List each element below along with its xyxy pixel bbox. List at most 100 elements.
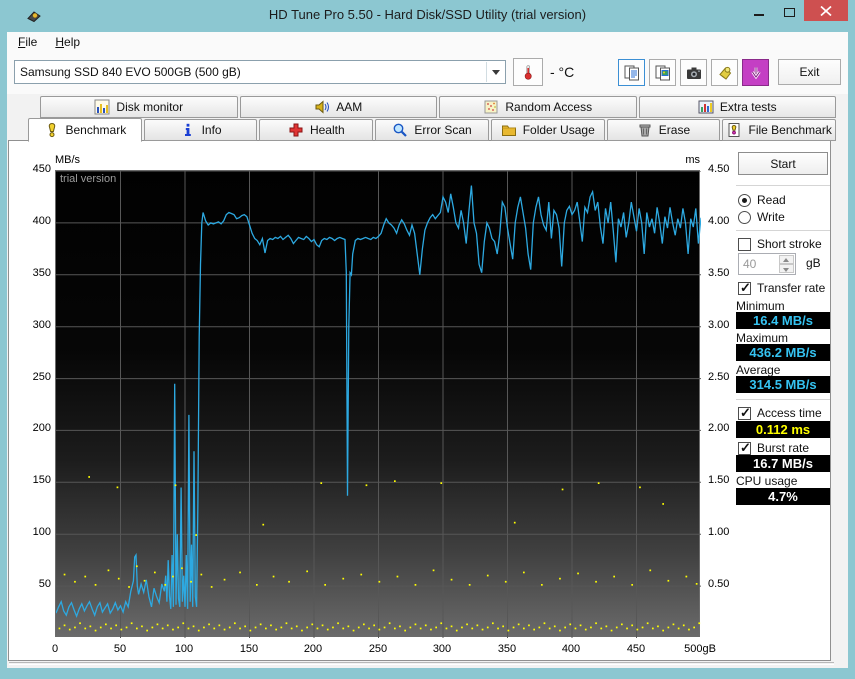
- tab-label: Benchmark: [65, 123, 127, 137]
- benchmark-panel: trial version MB/s ms 450 400 350 300 250 200…: [8, 140, 831, 661]
- tab-aam[interactable]: AAM: [239, 96, 437, 118]
- download-button[interactable]: [742, 59, 769, 86]
- tab-folder-usage[interactable]: Folder Usage: [490, 119, 605, 141]
- screenshot-icon: [686, 67, 701, 79]
- tab-health[interactable]: Health: [259, 119, 374, 141]
- checkbox-checked-icon: [738, 405, 751, 421]
- capacity-unit: gB: [806, 256, 821, 270]
- start-button[interactable]: Start: [738, 152, 828, 175]
- tab-label: Disk monitor: [116, 100, 184, 114]
- left-axis-tick: 300: [32, 319, 51, 331]
- tab-error-scan[interactable]: Error Scan: [375, 119, 489, 141]
- checkbox-unchecked-icon: [738, 237, 751, 251]
- x-axis-tick: 400: [561, 643, 581, 655]
- x-axis-tick: 450: [626, 643, 646, 655]
- x-axis-tick: 200: [303, 643, 323, 655]
- maximize-button[interactable]: [774, 0, 804, 22]
- copy-image-button[interactable]: [649, 59, 676, 86]
- divider: [736, 230, 830, 231]
- read-radio[interactable]: Read: [738, 193, 786, 207]
- maximum-label: Maximum: [736, 331, 789, 345]
- radio-unselected-icon: [738, 210, 751, 224]
- spin-up-icon[interactable]: [779, 255, 794, 264]
- access-time-checkbox[interactable]: Access time: [738, 405, 822, 421]
- minimize-button[interactable]: [744, 0, 774, 22]
- plot-canvas: [55, 170, 702, 638]
- tab-label: Info: [201, 123, 222, 137]
- short-stroke-checkbox[interactable]: Short stroke: [738, 237, 822, 251]
- tab-label: Health: [309, 123, 345, 137]
- tab-label: Error Scan: [414, 123, 472, 137]
- access-time-label: Access time: [757, 406, 822, 420]
- toolbar: Samsung SSD 840 EVO 500GB (500 gB) - °C …: [7, 53, 848, 94]
- tab-label: Extra tests: [719, 100, 777, 114]
- drive-select-value: Samsung SSD 840 EVO 500GB (500 gB): [20, 65, 241, 79]
- x-axis-tick: 250: [368, 643, 388, 655]
- random-access-icon: [484, 100, 498, 114]
- tab-benchmark[interactable]: Benchmark: [28, 118, 142, 142]
- divider: [736, 185, 830, 186]
- tab-disk-monitor[interactable]: Disk monitor: [40, 96, 238, 118]
- x-axis-tick: 150: [239, 643, 259, 655]
- copy-text-icon: [624, 65, 639, 80]
- drive-select[interactable]: Samsung SSD 840 EVO 500GB (500 gB): [14, 60, 506, 84]
- left-axis-tick: 400: [32, 215, 51, 227]
- left-axis-tick: 450: [32, 163, 51, 175]
- tab-label: Erase: [658, 123, 691, 137]
- tab-info[interactable]: Info: [143, 119, 258, 141]
- left-axis-tick: 50: [38, 578, 51, 590]
- screenshot-button[interactable]: [680, 59, 707, 86]
- app-window: HD Tune Pro 5.50 - Hard Disk/SSD Utility…: [0, 0, 855, 679]
- menu-bar: File Help: [7, 32, 848, 53]
- x-axis-tick: 350: [497, 643, 517, 655]
- menu-help[interactable]: Help: [48, 32, 87, 52]
- close-button[interactable]: [804, 0, 848, 21]
- resize-bar[interactable]: [9, 662, 834, 665]
- tab-strip-primary: Benchmark Info Health Error Scan Folder Usag…: [28, 118, 838, 142]
- divider: [736, 399, 830, 400]
- save-results-button[interactable]: [711, 59, 738, 86]
- exit-button[interactable]: Exit: [778, 59, 841, 85]
- benchmark-controls: Start Read Write Short stroke 40 gB ✓ Tr…: [736, 141, 831, 660]
- burst-rate-label: Burst rate: [757, 441, 810, 455]
- maximize-icon: [783, 8, 795, 17]
- short-stroke-label: Short stroke: [757, 237, 822, 251]
- tab-extra-tests[interactable]: Extra tests: [638, 96, 836, 118]
- transfer-rate-checkbox[interactable]: Transfer rate: [738, 280, 826, 296]
- average-value: 314.5 MB/s: [736, 376, 830, 393]
- read-radio-label: Read: [757, 193, 786, 207]
- temperature-value: - °C: [550, 64, 575, 80]
- left-axis-tick: 350: [32, 267, 51, 279]
- burst-rate-checkbox[interactable]: Burst rate: [738, 440, 810, 456]
- benchmark-icon: [48, 122, 55, 138]
- capacity-input[interactable]: 40: [738, 253, 796, 275]
- temperature-button[interactable]: [513, 58, 543, 86]
- error-scan-icon: [393, 123, 408, 137]
- menu-file[interactable]: File: [11, 32, 44, 52]
- maximum-value: 436.2 MB/s: [736, 344, 830, 361]
- tab-file-benchmark[interactable]: File Benchmark: [722, 119, 837, 141]
- write-radio[interactable]: Write: [738, 210, 785, 224]
- folder-usage-icon: [501, 125, 516, 136]
- transfer-rate-label: Transfer rate: [757, 281, 826, 295]
- tab-label: Random Access: [505, 100, 593, 114]
- tab-erase[interactable]: Erase: [606, 119, 721, 141]
- copy-text-button[interactable]: [618, 59, 645, 86]
- aam-icon: [315, 100, 330, 114]
- burst-rate-value: 16.7 MB/s: [736, 455, 830, 472]
- cpu-usage-value: 4.7%: [736, 488, 830, 505]
- extra-tests-icon: [698, 100, 714, 114]
- minimize-icon: [754, 14, 764, 16]
- tab-label: File Benchmark: [748, 123, 832, 137]
- window-title: HD Tune Pro 5.50 - Hard Disk/SSD Utility…: [268, 7, 587, 22]
- x-axis-tick: 500gB: [684, 643, 716, 655]
- benchmark-chart: trial version MB/s ms 450 400 350 300 250 200…: [9, 141, 830, 660]
- spin-down-icon[interactable]: [779, 264, 794, 273]
- copy-image-icon: [655, 65, 670, 80]
- tab-random-access[interactable]: Random Access: [439, 96, 637, 118]
- access-time-value: 0.112 ms: [736, 421, 830, 438]
- capacity-value: 40: [743, 257, 757, 271]
- download-icon: [750, 67, 761, 79]
- file-benchmark-icon: [728, 123, 740, 137]
- health-icon: [289, 123, 303, 137]
